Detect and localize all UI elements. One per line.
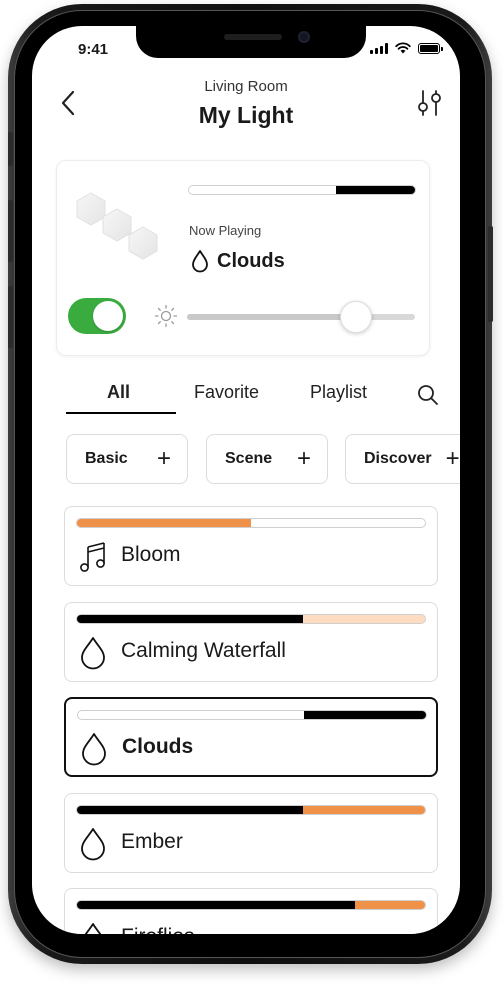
now-playing-name: Clouds — [217, 249, 285, 272]
color-segment — [355, 901, 425, 909]
drop-icon — [79, 731, 109, 767]
color-segment — [77, 901, 356, 909]
scene-item-name: Ember — [121, 830, 183, 853]
now-playing-progress — [188, 185, 416, 195]
drop-icon — [78, 826, 108, 862]
plus-icon: + — [296, 445, 311, 472]
now-playing-label: Now Playing — [189, 223, 262, 238]
color-segment — [303, 806, 425, 814]
progress-segment — [335, 186, 415, 194]
scene-color-bar — [76, 900, 426, 910]
volume-up-button — [8, 200, 13, 262]
tab-favorite[interactable]: Favorite — [194, 382, 259, 403]
chip-scene[interactable]: Scene + — [206, 434, 328, 484]
battery-icon — [418, 43, 443, 54]
front-camera — [298, 31, 310, 43]
light-panels-image — [76, 192, 158, 260]
status-time: 9:41 — [78, 41, 109, 58]
wifi-icon — [395, 42, 411, 54]
brightness-sun-icon — [154, 304, 178, 328]
power-button — [488, 226, 493, 322]
active-tab-indicator — [66, 412, 176, 414]
chip-discover[interactable]: Discover + — [345, 434, 460, 484]
scene-item-name: Fireflies — [121, 925, 195, 934]
volume-down-button — [8, 286, 13, 348]
brightness-slider[interactable] — [187, 301, 415, 333]
music-note-icon — [78, 539, 108, 575]
color-segment — [77, 519, 251, 527]
tab-all[interactable]: All — [107, 382, 130, 403]
scene-item-clouds[interactable]: Clouds — [64, 697, 438, 777]
sliders-settings-icon[interactable] — [414, 87, 446, 119]
scene-item-ember[interactable]: Ember — [64, 793, 438, 873]
scene-item-bloom[interactable]: Bloom — [64, 506, 438, 586]
scene-color-bar — [77, 710, 427, 720]
scene-item-name: Clouds — [122, 735, 194, 758]
page-title: My Light — [198, 102, 294, 128]
color-segment — [303, 615, 425, 623]
chip-label: Scene — [225, 450, 273, 467]
scene-color-bar — [76, 518, 426, 528]
drop-icon — [78, 635, 108, 671]
chip-label: Basic — [85, 450, 128, 467]
color-segment — [77, 806, 304, 814]
search-icon[interactable] — [416, 383, 440, 407]
tab-playlist[interactable]: Playlist — [310, 382, 367, 403]
now-playing-title: Clouds — [191, 249, 285, 273]
scene-item-calming-waterfall[interactable]: Calming Waterfall — [64, 602, 438, 682]
app-screen: 9:41 Living Room My Light Now Playing Cl… — [32, 26, 460, 934]
status-icons — [370, 42, 443, 54]
plus-icon: + — [445, 445, 460, 472]
scene-color-bar — [76, 614, 426, 624]
drop-icon — [78, 921, 108, 934]
cellular-signal-icon — [370, 43, 388, 54]
filter-tabs: All Favorite Playlist — [66, 376, 456, 420]
power-toggle[interactable] — [68, 298, 126, 334]
scene-color-bar — [76, 805, 426, 815]
room-name: Living Room — [204, 78, 288, 95]
color-segment — [304, 711, 426, 719]
scene-item-name: Bloom — [121, 543, 181, 566]
drop-icon — [192, 250, 208, 273]
plus-icon: + — [156, 445, 171, 472]
toggle-knob — [93, 301, 123, 331]
scene-item-name: Calming Waterfall — [121, 639, 286, 662]
now-playing-card: Now Playing Clouds — [56, 160, 430, 356]
scene-item-fireflies[interactable]: Fireflies — [64, 888, 438, 934]
chip-basic[interactable]: Basic + — [66, 434, 188, 484]
earpiece-speaker — [224, 34, 282, 40]
color-segment — [77, 615, 304, 623]
silent-switch — [8, 132, 13, 166]
chip-label: Discover — [364, 450, 432, 467]
brightness-slider-handle[interactable] — [339, 301, 372, 333]
brightness-fill — [187, 314, 356, 320]
notch — [136, 26, 366, 58]
